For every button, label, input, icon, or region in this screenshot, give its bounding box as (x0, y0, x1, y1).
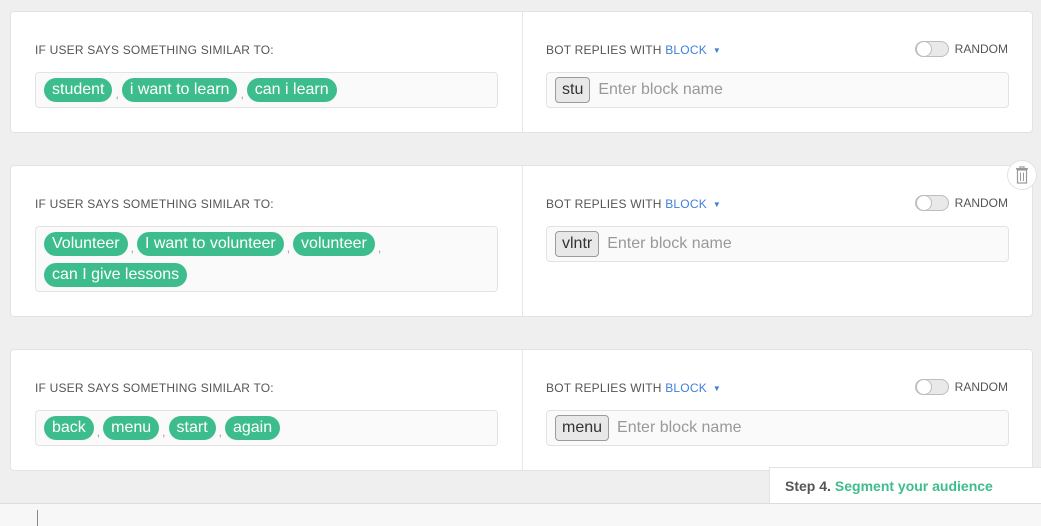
bottom-input-bar[interactable] (0, 503, 1041, 526)
toggle-switch[interactable] (914, 195, 949, 211)
block-chip[interactable]: menu (555, 415, 610, 441)
phrase-chip[interactable]: i want to learn (121, 78, 238, 102)
phrase-separator: , (96, 425, 101, 439)
caret-down-icon[interactable]: ▼ (713, 384, 721, 393)
column-divider (522, 350, 523, 470)
toggle-switch[interactable] (914, 379, 949, 395)
phrase-chip[interactable]: again (224, 416, 281, 440)
block-input-box[interactable]: menu (546, 410, 1009, 446)
bot-replies-label: BOT REPLIES WITH BLOCK ▼ (546, 43, 722, 57)
phrase-separator: , (218, 425, 222, 439)
phrases-input[interactable]: Volunteer, I want to volunteer, voluntee… (35, 226, 498, 292)
phrase-chip[interactable]: I want to volunteer (136, 231, 284, 256)
random-label: RANDOM (954, 42, 1008, 56)
phrase-chip[interactable]: Volunteer (44, 231, 128, 256)
toggle-knob (915, 41, 932, 57)
step-link[interactable]: Segment your audience (835, 478, 993, 494)
phrase-chip[interactable]: back (44, 416, 94, 440)
user-says-label: IF USER SAYS SOMETHING SIMILAR TO: (35, 43, 274, 57)
random-toggle[interactable]: RANDOM (914, 379, 1008, 395)
phrase-separator: , (130, 240, 134, 255)
user-says-label: IF USER SAYS SOMETHING SIMILAR TO: (35, 197, 274, 211)
block-input-box[interactable]: stu (546, 72, 1009, 108)
user-says-label: IF USER SAYS SOMETHING SIMILAR TO: (35, 381, 274, 395)
text-cursor (37, 510, 38, 526)
toggle-switch[interactable] (914, 41, 949, 57)
phrase-chip[interactable]: student (44, 78, 113, 102)
delete-rule-button[interactable] (1007, 160, 1037, 190)
onboarding-step-hint: Step 4. Segment your audience (769, 467, 1041, 503)
block-chip[interactable]: vlntr (555, 231, 600, 257)
bot-replies-label: BOT REPLIES WITH BLOCK ▼ (546, 381, 722, 395)
phrase-separator: , (286, 240, 291, 255)
caret-down-icon[interactable]: ▼ (713, 46, 721, 55)
phrase-chip[interactable]: can I give lessons (44, 262, 188, 287)
phrase-separator: , (115, 87, 119, 101)
phrase-chip[interactable]: menu (103, 416, 160, 440)
phrases-input[interactable]: back, menu, start, again (35, 410, 498, 446)
column-divider (522, 12, 523, 132)
step-number: Step 4. (785, 477, 831, 494)
random-toggle[interactable]: RANDOM (914, 195, 1008, 211)
bot-replies-label: BOT REPLIES WITH BLOCK ▼ (546, 197, 722, 211)
block-name-input[interactable] (617, 419, 918, 437)
phrase-separator: , (240, 87, 244, 101)
trash-icon (1016, 166, 1028, 184)
rule-card-3: IF USER SAYS SOMETHING SIMILAR TO: back,… (10, 349, 1033, 471)
toggle-knob (915, 195, 932, 211)
random-label: RANDOM (954, 196, 1008, 210)
phrase-chip[interactable]: can i learn (246, 78, 337, 102)
random-toggle[interactable]: RANDOM (914, 41, 1008, 57)
phrase-chip[interactable]: start (168, 416, 216, 440)
phrase-separator: , (162, 425, 166, 439)
phrase-chip[interactable]: volunteer (293, 231, 375, 256)
random-label: RANDOM (954, 380, 1008, 394)
block-input-box[interactable]: vlntr (546, 226, 1009, 262)
caret-down-icon[interactable]: ▼ (713, 200, 721, 209)
rule-card-1: IF USER SAYS SOMETHING SIMILAR TO: stude… (10, 11, 1033, 133)
block-name-input[interactable] (607, 235, 908, 253)
phrase-separator: , (377, 240, 382, 255)
block-type-dropdown[interactable]: BLOCK (665, 381, 707, 395)
block-name-input[interactable] (598, 81, 899, 99)
toggle-knob (915, 379, 932, 395)
rule-card-2: IF USER SAYS SOMETHING SIMILAR TO: Volun… (10, 165, 1033, 317)
column-divider (522, 166, 523, 316)
block-type-dropdown[interactable]: BLOCK (665, 43, 707, 57)
block-chip[interactable]: stu (555, 77, 591, 103)
block-type-dropdown[interactable]: BLOCK (665, 197, 707, 211)
phrases-input[interactable]: student, i want to learn, can i learn (35, 72, 498, 108)
